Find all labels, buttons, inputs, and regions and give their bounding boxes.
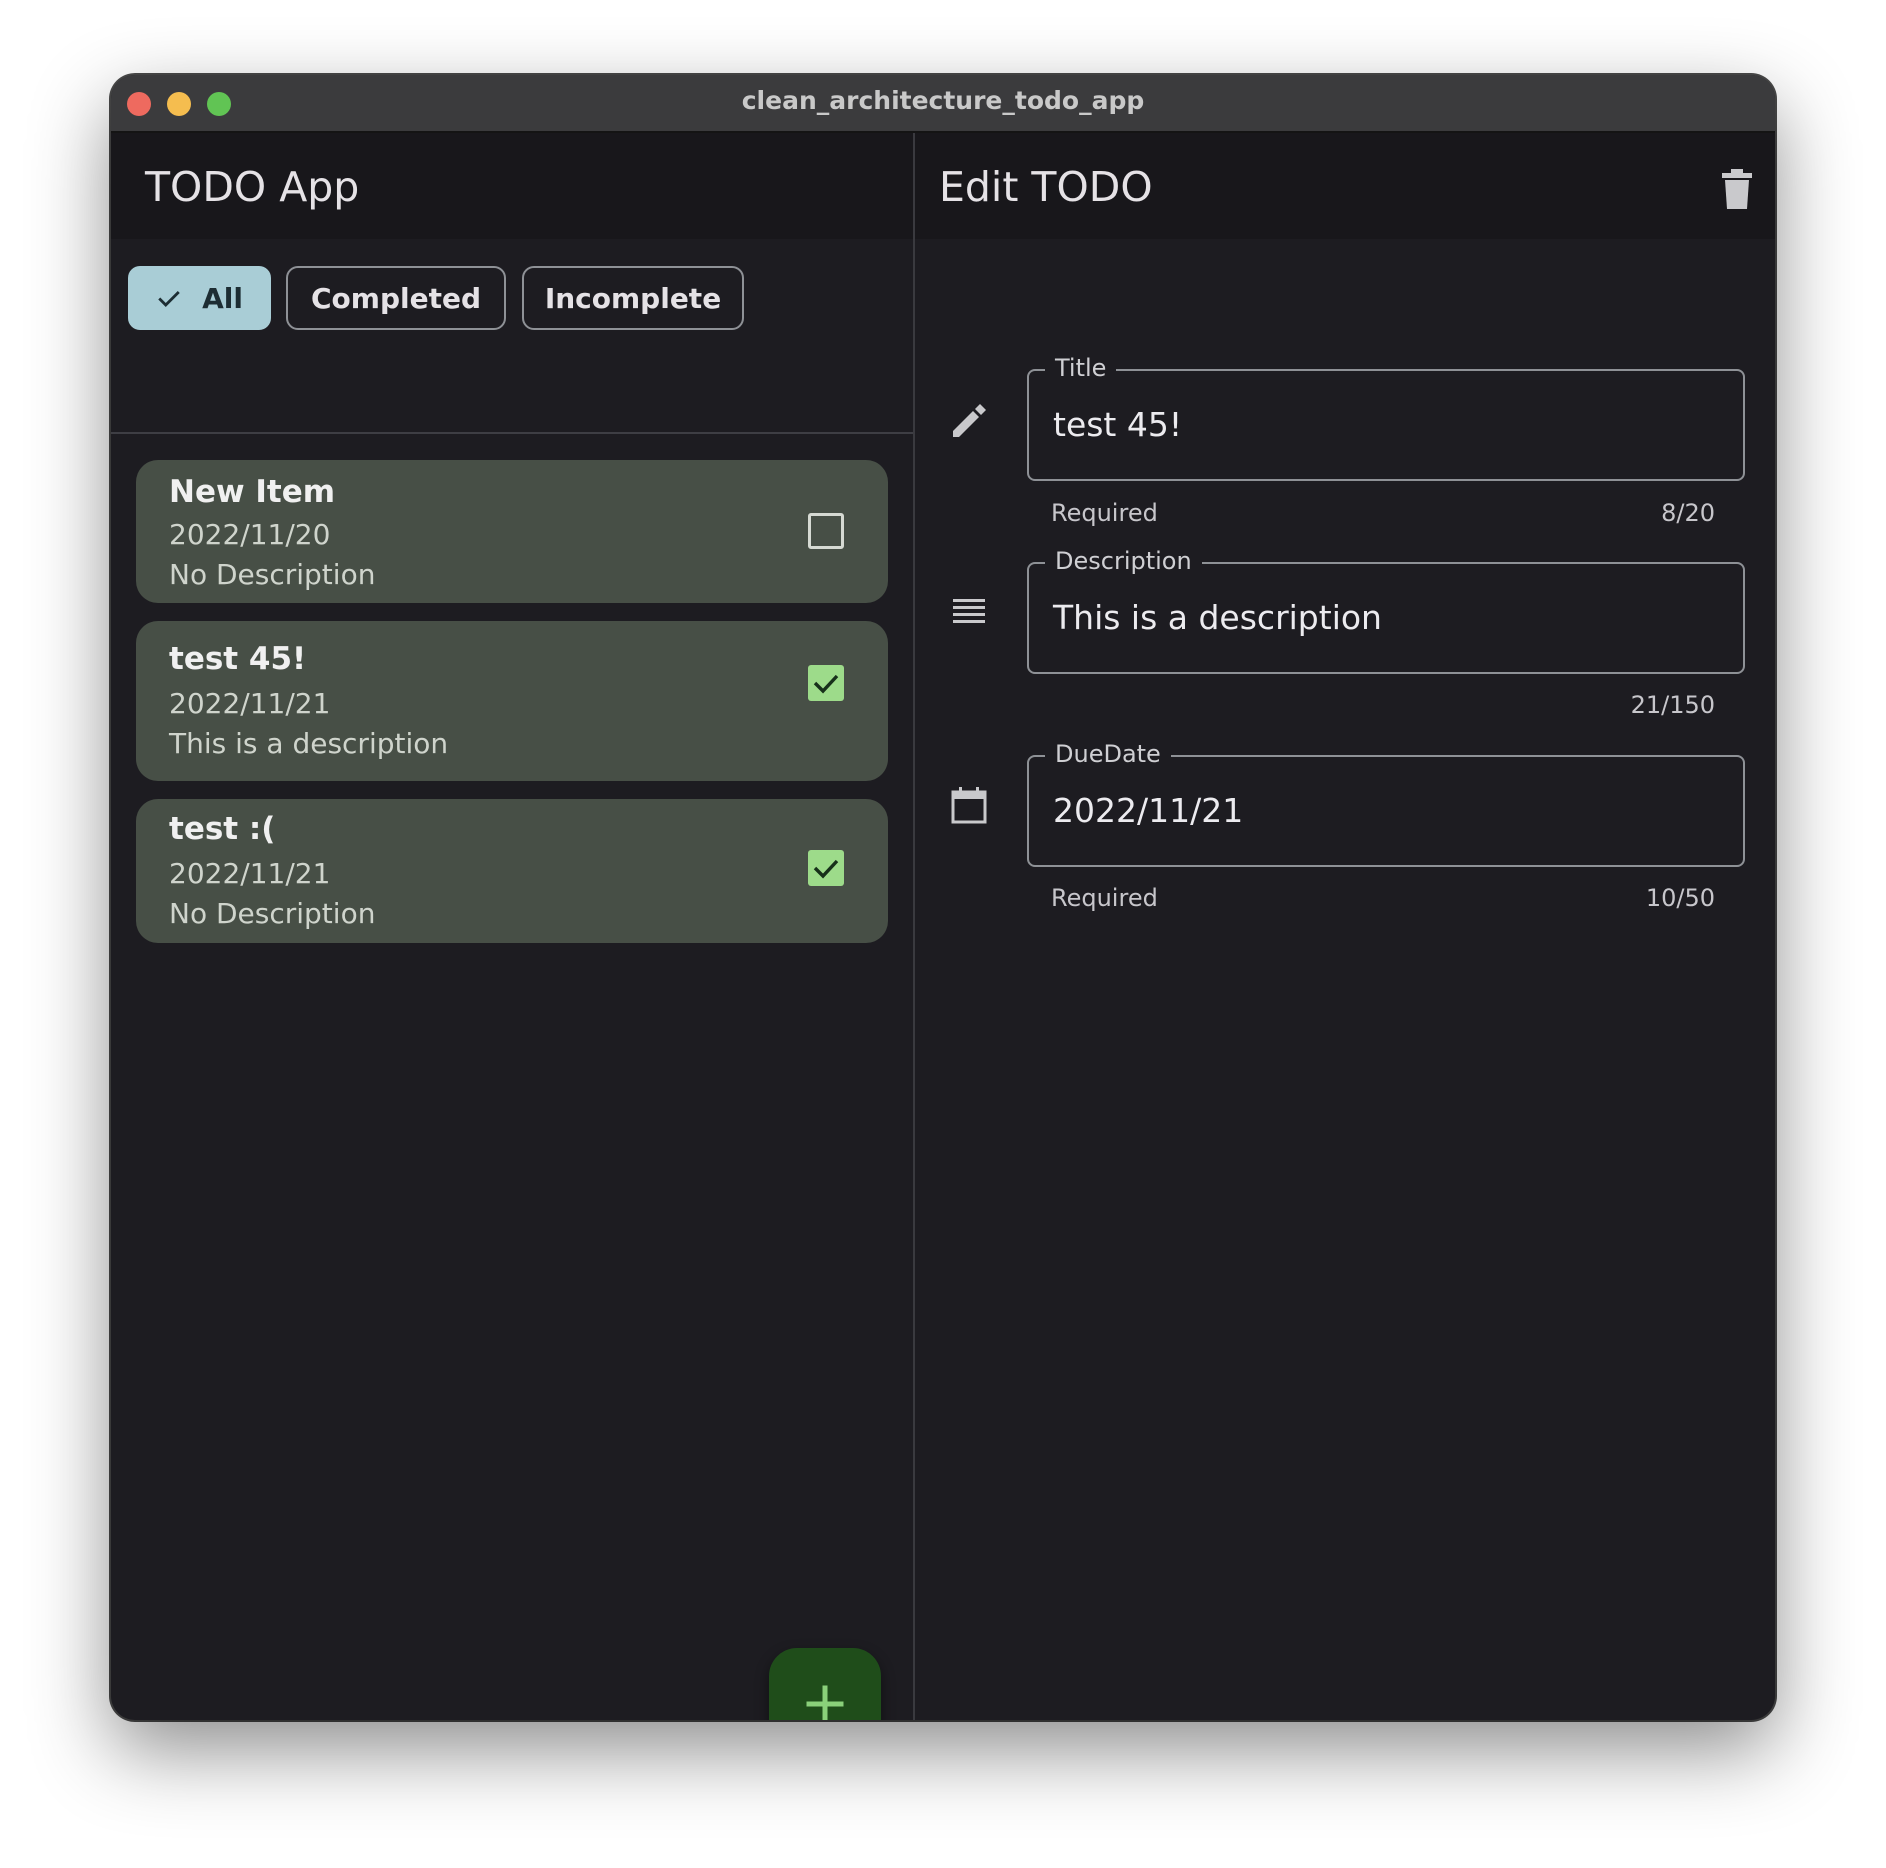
delete-button[interactable] bbox=[1717, 167, 1757, 211]
due-date-field-label: DueDate bbox=[1045, 737, 1171, 771]
trash-icon bbox=[1722, 169, 1752, 209]
calendar-icon bbox=[951, 787, 987, 824]
title-char-counter: 8/20 bbox=[1661, 499, 1715, 527]
due-date-helper-text: Required bbox=[1051, 884, 1158, 912]
window-titlebar[interactable]: clean_architecture_todo_app bbox=[111, 75, 1775, 133]
todo-date: 2022/11/21 bbox=[169, 857, 331, 890]
description-char-counter: 21/150 bbox=[1630, 691, 1715, 719]
checkmark-icon bbox=[813, 859, 839, 879]
filter-chip-incomplete[interactable]: Incomplete bbox=[522, 266, 744, 330]
list-divider bbox=[111, 432, 913, 434]
todo-checkbox[interactable] bbox=[808, 513, 844, 549]
todo-description: No Description bbox=[169, 558, 376, 591]
title-helper-text: Required bbox=[1051, 499, 1158, 527]
todo-description: This is a description bbox=[169, 727, 449, 760]
pencil-icon bbox=[953, 404, 986, 437]
filter-chip-completed[interactable]: Completed bbox=[286, 266, 506, 330]
edit-todo-pane: Edit TODO Title test 45! Required 8/20 D… bbox=[915, 133, 1775, 1720]
filter-chip-label: Incomplete bbox=[544, 281, 722, 315]
due-date-field-value: 2022/11/21 bbox=[1053, 791, 1244, 830]
todo-title: test :( bbox=[169, 811, 276, 847]
todo-checkbox[interactable] bbox=[808, 850, 844, 886]
filter-chip-all[interactable]: All bbox=[128, 266, 271, 330]
due-date-field[interactable]: DueDate 2022/11/21 bbox=[1027, 737, 1745, 867]
app-window: clean_architecture_todo_app TODO App All… bbox=[111, 75, 1775, 1720]
todo-card[interactable]: test 45! 2022/11/21 This is a descriptio… bbox=[136, 621, 888, 781]
description-field-value: This is a description bbox=[1053, 598, 1382, 637]
todo-list-pane: TODO App All Completed Incomplete New It… bbox=[111, 133, 913, 1720]
title-field-value: test 45! bbox=[1053, 405, 1183, 444]
todo-date: 2022/11/21 bbox=[169, 687, 331, 720]
todo-checkbox[interactable] bbox=[808, 665, 844, 701]
window-title: clean_architecture_todo_app bbox=[741, 86, 1145, 115]
check-icon bbox=[158, 291, 180, 308]
due-date-char-counter: 10/50 bbox=[1645, 884, 1715, 912]
todo-title: test 45! bbox=[169, 641, 307, 677]
notes-icon bbox=[953, 599, 985, 623]
edit-app-bar: Edit TODO bbox=[915, 133, 1775, 239]
edit-title: Edit TODO bbox=[939, 163, 1153, 211]
list-app-bar: TODO App bbox=[111, 133, 913, 239]
add-todo-button[interactable] bbox=[769, 1648, 881, 1720]
plus-icon bbox=[806, 1685, 844, 1720]
filter-chip-label: Completed bbox=[310, 281, 481, 315]
todo-title: New Item bbox=[169, 474, 336, 510]
title-field-label: Title bbox=[1045, 351, 1117, 385]
todo-date: 2022/11/20 bbox=[169, 518, 331, 551]
todo-card[interactable]: test :( 2022/11/21 No Description bbox=[136, 799, 888, 943]
description-field[interactable]: Description This is a description bbox=[1027, 544, 1745, 674]
page-title: TODO App bbox=[145, 163, 360, 211]
title-field[interactable]: Title test 45! bbox=[1027, 351, 1745, 481]
checkmark-icon bbox=[813, 674, 839, 694]
todo-description: No Description bbox=[169, 897, 376, 930]
description-field-label: Description bbox=[1045, 544, 1202, 578]
filter-chip-label: All bbox=[202, 281, 243, 315]
todo-card[interactable]: New Item 2022/11/20 No Description bbox=[136, 460, 888, 603]
